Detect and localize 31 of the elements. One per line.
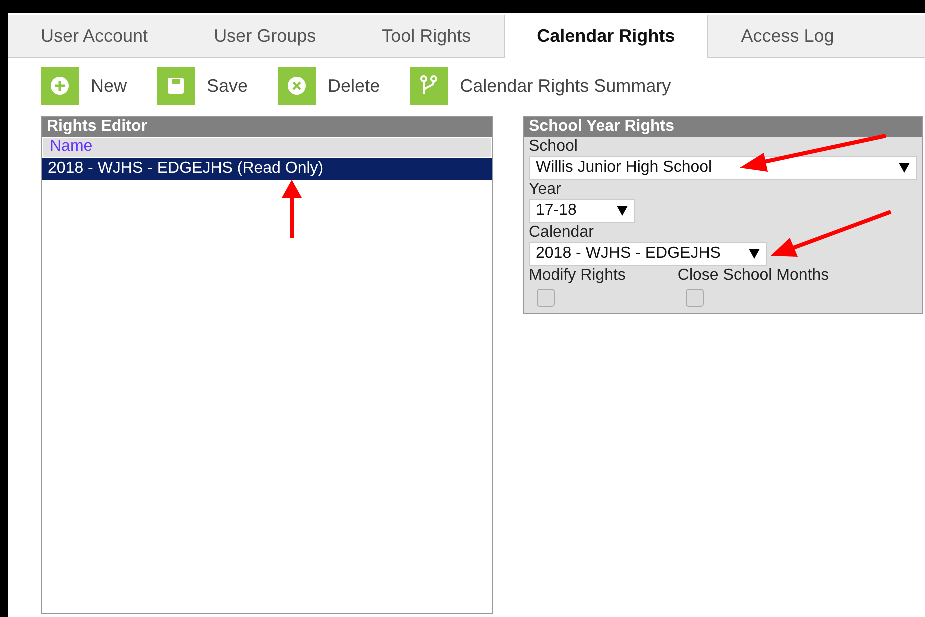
checkbox-label: Close School Months <box>678 266 830 285</box>
annotation-arrow <box>282 180 302 238</box>
save-icon <box>166 76 186 96</box>
checkbox[interactable] <box>686 289 704 307</box>
dropdown-caret-icon <box>617 206 628 216</box>
dropdown-caret-icon <box>899 163 910 173</box>
list-row[interactable]: 2018 - WJHS - EDGEJHS (Read Only) <box>42 158 492 180</box>
dropdown-caret-icon <box>749 249 760 259</box>
tab[interactable]: Calendar Rights <box>504 15 708 58</box>
field-label: School <box>529 137 579 156</box>
year-select[interactable]: 17-18 <box>529 199 635 223</box>
summary-button[interactable]: Calendar Rights Summary <box>410 67 672 105</box>
save-button[interactable]: Save <box>157 67 248 105</box>
new-button[interactable]: New <box>41 67 128 105</box>
panel-title: School Year Rights <box>524 117 922 137</box>
checkbox-label: Modify Rights <box>529 266 626 285</box>
plus-circle-icon <box>50 76 70 96</box>
tab[interactable]: Access Log <box>708 15 868 57</box>
field-label: Year <box>529 180 562 199</box>
tab[interactable]: User Account <box>8 15 182 57</box>
checkbox[interactable] <box>537 289 555 307</box>
column-header[interactable]: Name <box>42 137 492 158</box>
tab[interactable]: User Groups <box>181 15 350 57</box>
branch-icon <box>419 75 440 97</box>
x-circle-icon <box>287 76 308 96</box>
calendar-select[interactable]: 2018 - WJHS - EDGEJHS <box>529 242 767 266</box>
tab[interactable]: Tool Rights <box>349 15 504 57</box>
school-select[interactable]: Willis Junior High School <box>529 156 917 180</box>
field-label: Calendar <box>529 223 595 242</box>
delete-button[interactable]: Delete <box>278 67 380 105</box>
panel-title: Rights Editor <box>42 117 492 137</box>
